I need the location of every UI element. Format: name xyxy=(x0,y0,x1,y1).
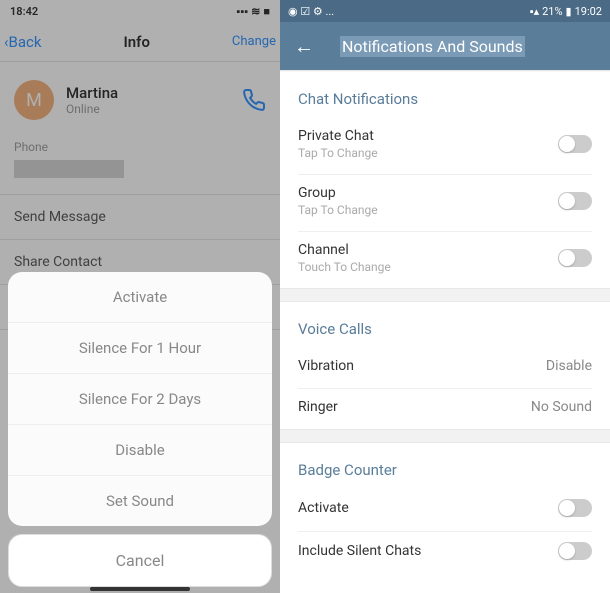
android-status-bar: ◉ ☑ ⚙ ... ▪▴ 21% ▮ 19:02 xyxy=(280,0,610,22)
page-title: Notifications And Sounds xyxy=(340,36,525,57)
row-vibration[interactable]: Vibration Disable xyxy=(280,348,610,388)
action-sheet: Activate Silence For 1 Hour Silence For … xyxy=(8,272,272,587)
row-private-chat[interactable]: Private Chat Tap To Change xyxy=(280,118,610,174)
sheet-silence-2d[interactable]: Silence For 2 Days xyxy=(8,374,272,425)
ios-panel: 18:42 ▪▪▪ ≋ ■ ‹ Back Info Change M Marti… xyxy=(0,0,280,593)
battery-icon: ▮ xyxy=(566,5,572,18)
android-app-bar: ← Notifications And Sounds xyxy=(280,22,610,70)
sheet-disable[interactable]: Disable xyxy=(8,425,272,476)
toggle-silent-chats[interactable] xyxy=(558,542,592,560)
battery-percent: 21% xyxy=(542,5,562,18)
back-arrow-icon[interactable]: ← xyxy=(294,34,314,59)
toggle-activate[interactable] xyxy=(558,499,592,517)
toggle-private-chat[interactable] xyxy=(558,135,592,153)
section-badge-counter: Badge Counter xyxy=(280,443,610,489)
row-silent-chats[interactable]: Include Silent Chats xyxy=(280,532,610,574)
toggle-group[interactable] xyxy=(558,192,592,210)
section-voice-calls: Voice Calls xyxy=(280,302,610,348)
toggle-channel[interactable] xyxy=(558,249,592,267)
sheet-cancel[interactable]: Cancel xyxy=(8,534,272,587)
section-chat-notifications: Chat Notifications xyxy=(280,72,610,118)
android-time: 19:02 xyxy=(575,5,602,18)
status-icons-left: ◉ ☑ ⚙ ... xyxy=(288,5,334,18)
row-activate[interactable]: Activate xyxy=(280,489,610,531)
sheet-activate[interactable]: Activate xyxy=(8,272,272,323)
row-channel[interactable]: Channel Touch To Change xyxy=(280,232,610,288)
sheet-silence-1h[interactable]: Silence For 1 Hour xyxy=(8,323,272,374)
row-ringer[interactable]: Ringer No Sound xyxy=(280,389,610,429)
sheet-set-sound[interactable]: Set Sound xyxy=(8,476,272,526)
signal-icon: ▪▴ xyxy=(530,5,539,18)
row-group[interactable]: Group Tap To Change xyxy=(280,175,610,231)
android-panel: ◉ ☑ ⚙ ... ▪▴ 21% ▮ 19:02 ← Notifications… xyxy=(280,0,610,593)
home-indicator[interactable] xyxy=(90,587,190,591)
